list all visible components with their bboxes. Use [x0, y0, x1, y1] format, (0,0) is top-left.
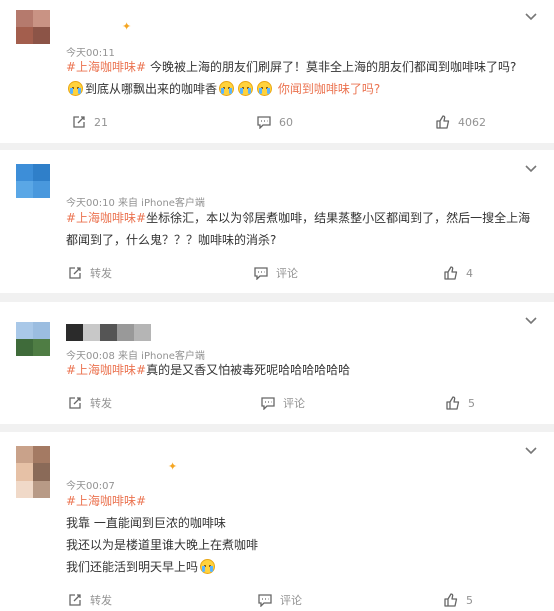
crying-emoji-icon [200, 559, 216, 574]
repost-label: 转发 [90, 397, 112, 410]
crying-emoji-icon [68, 81, 83, 96]
chevron-down-icon[interactable] [524, 446, 538, 456]
repost-button[interactable]: 转发 [68, 263, 112, 283]
action-bar: 转发 评论 5 [0, 393, 554, 413]
crying-emoji-icon [238, 81, 254, 96]
chevron-down-icon[interactable] [524, 316, 538, 326]
comment-card: 今天00:08 来自 iPhone客户端 #上海咖啡味#真的是又香又怕被毒死呢哈… [0, 302, 554, 424]
chevron-down-icon[interactable] [524, 12, 538, 22]
comment-button[interactable]: 60 [257, 112, 293, 132]
comment-text: #上海咖啡味#坐标徐汇，本以为邻居煮咖啡，结果蒸整小区都闻到了，然后一搜全上海 … [66, 207, 541, 251]
action-bar: 转发 评论 5 [0, 590, 554, 610]
avatar[interactable] [16, 446, 50, 498]
thumbs-up-icon [446, 396, 460, 410]
comment-label: 评论 [276, 267, 298, 280]
crying-emoji-icon [219, 81, 235, 96]
comment-text: #上海咖啡味#真的是又香又怕被毒死呢哈哈哈哈哈哈 [66, 359, 536, 381]
repost-icon [69, 594, 81, 606]
like-label: 4062 [458, 115, 486, 129]
avatar[interactable] [16, 164, 50, 198]
like-label: 5 [466, 593, 473, 607]
like-button[interactable]: 5 [444, 590, 473, 610]
repost-label: 21 [94, 115, 108, 129]
question-link[interactable]: 你闻到咖啡味了吗? [278, 82, 380, 96]
comment-icon [261, 396, 275, 410]
comment-body: 我们还能活到明天早上吗 [66, 560, 199, 574]
repost-icon [69, 397, 81, 409]
repost-label: 转发 [90, 594, 112, 607]
repost-button[interactable]: 转发 [68, 590, 112, 610]
comment-button[interactable]: 评论 [258, 590, 302, 610]
thumbs-up-icon [436, 115, 450, 129]
hashtag-link[interactable]: #上海咖啡味# [66, 211, 146, 225]
comment-icon [257, 115, 271, 129]
repost-button[interactable]: 21 [72, 112, 108, 132]
comment-card: ✦ 今天00:07 #上海咖啡味# 我靠 一直能闻到巨浓的咖啡味 我还以为是楼道… [0, 432, 554, 611]
repost-icon [69, 267, 81, 279]
repost-label: 转发 [90, 267, 112, 280]
comment-body: 今晚被上海的朋友们刷屏了！莫非全上海的朋友们都闻到咖啡味了吗? [146, 60, 517, 74]
hashtag-link[interactable]: #上海咖啡味# [66, 363, 146, 377]
action-bar: 转发 评论 4 [0, 263, 554, 283]
like-button[interactable]: 5 [446, 393, 475, 413]
repost-icon [73, 116, 85, 128]
comment-button[interactable]: 评论 [261, 393, 305, 413]
username-redacted [66, 324, 151, 341]
comment-icon [258, 593, 272, 607]
comment-body: 都闻到了，什么鬼？？？咖啡味的消杀? [66, 233, 277, 247]
comment-button[interactable]: 评论 [254, 263, 298, 283]
verified-badge-icon: ✦ [168, 460, 178, 473]
comment-feed: ✦ 今天00:11 #上海咖啡味# 今晚被上海的朋友们刷屏了！莫非全上海的朋友们… [0, 0, 554, 611]
like-button[interactable]: 4 [444, 263, 473, 283]
verified-badge-icon: ✦ [122, 20, 132, 33]
repost-button[interactable]: 转发 [68, 393, 112, 413]
comment-label: 评论 [280, 594, 302, 607]
crying-emoji-icon [257, 81, 273, 96]
thumbs-up-icon [444, 266, 458, 280]
like-button[interactable]: 4062 [436, 112, 486, 132]
comment-card: 今天00:10 来自 iPhone客户端 #上海咖啡味#坐标徐汇，本以为邻居煮咖… [0, 150, 554, 293]
avatar[interactable] [16, 322, 50, 356]
like-label: 4 [466, 266, 473, 280]
comment-body: 我还以为是楼道里谁大晚上在煮咖啡 [66, 538, 259, 552]
action-bar: 21 60 4062 [0, 112, 554, 132]
comment-text: #上海咖啡味# 我靠 一直能闻到巨浓的咖啡味 我还以为是楼道里谁大晚上在煮咖啡 … [66, 490, 536, 578]
thumbs-up-icon [444, 593, 458, 607]
comment-body: 真的是又香又怕被毒死呢哈哈哈哈哈哈 [146, 363, 351, 377]
like-label: 5 [468, 396, 475, 410]
comment-label: 评论 [283, 397, 305, 410]
hashtag-link[interactable]: #上海咖啡味# [66, 494, 146, 508]
comment-body: 我靠 一直能闻到巨浓的咖啡味 [66, 516, 226, 530]
comment-icon [254, 266, 268, 280]
chevron-down-icon[interactable] [524, 164, 538, 174]
avatar[interactable] [16, 10, 50, 44]
hashtag-link[interactable]: #上海咖啡味# [66, 60, 146, 74]
comment-label: 60 [279, 115, 293, 129]
comment-card: ✦ 今天00:11 #上海咖啡味# 今晚被上海的朋友们刷屏了！莫非全上海的朋友们… [0, 0, 554, 143]
comment-body: 到底从哪飘出来的咖啡香 [85, 82, 218, 96]
comment-body: 坐标徐汇，本以为邻居煮咖啡，结果蒸整小区都闻到了，然后一搜全上海 [146, 211, 531, 225]
comment-text: #上海咖啡味# 今晚被上海的朋友们刷屏了！莫非全上海的朋友们都闻到咖啡味了吗? … [66, 56, 536, 100]
